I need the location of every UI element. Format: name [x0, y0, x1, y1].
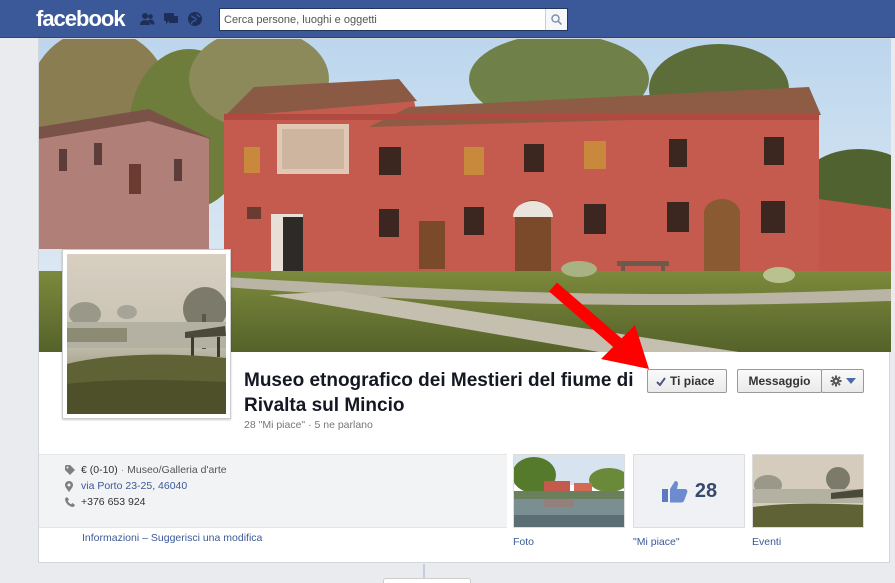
likes-tile-label[interactable]: "Mi piace"	[633, 536, 680, 548]
photos-tile-label[interactable]: Foto	[513, 536, 534, 548]
like-button-label: Ti piace	[670, 374, 715, 388]
search-button[interactable]	[545, 9, 567, 30]
message-button-label: Messaggio	[748, 374, 811, 388]
thumbs-up-icon	[661, 481, 688, 503]
search-icon	[551, 14, 562, 25]
location-pin-icon	[65, 480, 79, 492]
about-info-box: € (0-10) · Museo/Galleria d'arte via Por…	[39, 454, 507, 528]
caret-down-icon	[845, 378, 856, 384]
tag-icon	[65, 465, 79, 475]
messages-icon[interactable]	[162, 10, 180, 28]
gear-icon	[830, 375, 841, 387]
likes-tile-count: 28	[694, 479, 718, 502]
page-card: Museo etnografico dei Mestieri del fiume…	[38, 38, 891, 563]
events-tile-label[interactable]: Eventi	[752, 536, 781, 548]
suggest-edit-link[interactable]: Suggerisci una modifica	[151, 532, 262, 544]
info-category-row: € (0-10) · Museo/Galleria d'arte	[65, 462, 507, 478]
events-tile[interactable]	[752, 454, 864, 528]
friend-requests-icon[interactable]	[138, 10, 156, 28]
info-link[interactable]: Informazioni	[82, 532, 139, 544]
photos-tile[interactable]	[513, 454, 625, 528]
phone-icon	[65, 497, 79, 507]
info-sub-links: Informazioni – Suggerisci una modifica	[82, 532, 262, 544]
notifications-globe-icon[interactable]	[186, 10, 204, 28]
red-arrow-annotation	[549, 282, 649, 369]
page-title: Museo etnografico dei Mestieri del fiume…	[244, 370, 634, 416]
info-address-row: via Porto 23-25, 46040	[65, 478, 507, 494]
profile-picture[interactable]	[62, 249, 231, 419]
sub-links-separator: –	[142, 532, 148, 544]
search-input[interactable]	[220, 9, 545, 30]
facebook-logo[interactable]: facebook	[36, 6, 126, 32]
likes-count-line[interactable]: 28 "Mi piace" · 5 ne parlano	[244, 419, 373, 431]
top-bar: facebook	[0, 0, 895, 38]
checkmark-icon	[656, 376, 666, 386]
info-category[interactable]: Museo/Galleria d'arte	[127, 464, 226, 476]
message-button[interactable]: Messaggio	[737, 369, 822, 393]
likes-tile[interactable]: 28	[633, 454, 745, 528]
info-phone-row: +376 653 924	[65, 494, 507, 510]
info-separator: ·	[120, 464, 125, 476]
search-bar	[219, 8, 568, 31]
info-phone: +376 653 924	[81, 496, 146, 508]
gear-menu-button[interactable]	[821, 369, 864, 393]
timeline-tab-stub	[383, 578, 471, 583]
like-button[interactable]: Ti piace	[647, 369, 727, 393]
info-price: € (0-10)	[81, 464, 118, 476]
notification-jewels	[138, 10, 204, 28]
info-address[interactable]: via Porto 23-25, 46040	[81, 480, 187, 492]
